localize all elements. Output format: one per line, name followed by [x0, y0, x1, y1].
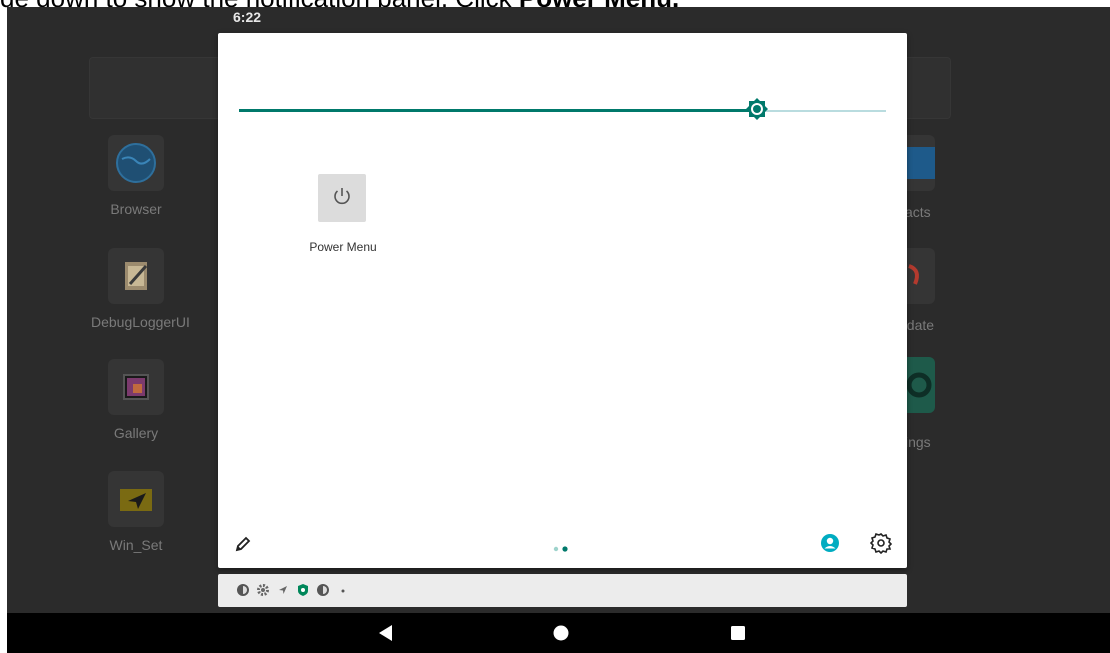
app-label: acts	[905, 204, 931, 220]
recents-square-icon[interactable]	[730, 625, 746, 641]
page-dot	[553, 546, 559, 552]
home-circle-icon[interactable]	[553, 625, 569, 641]
brightness-slider[interactable]	[239, 98, 886, 120]
pencil-icon[interactable]	[234, 535, 252, 553]
brightness-thumb[interactable]	[745, 97, 769, 121]
power-menu-tile[interactable]	[318, 174, 366, 222]
app-label: Browser	[110, 201, 162, 217]
app-icon	[235, 582, 251, 598]
app-winset[interactable]: Win_Set	[91, 471, 181, 553]
more-dot-icon	[335, 582, 351, 598]
navigation-arrow-icon	[108, 471, 164, 527]
gallery-icon	[108, 359, 164, 415]
location-icon	[275, 582, 291, 598]
shield-icon	[295, 582, 311, 598]
power-menu-label[interactable]: Power Menu	[288, 240, 398, 254]
app-label: Gallery	[113, 425, 159, 441]
app-browser[interactable]: Browser	[91, 135, 181, 217]
quick-settings-panel: Power Menu	[218, 33, 907, 568]
page-dot-active	[562, 546, 568, 552]
navigation-bar	[7, 613, 1110, 653]
account-circle-icon[interactable]	[820, 533, 840, 553]
notepad-icon	[108, 248, 164, 304]
status-time: 6:22	[233, 9, 262, 25]
app-label: ings	[905, 434, 931, 450]
globe-icon	[108, 135, 164, 191]
app-icon	[315, 582, 331, 598]
app-debuglogger[interactable]: DebugLoggerUI	[91, 248, 190, 330]
app-label: Win_Set	[109, 537, 163, 553]
brightness-fill	[239, 109, 757, 112]
settings-icon[interactable]	[869, 532, 893, 555]
notification-icon-bar[interactable]	[218, 574, 907, 607]
back-triangle-icon[interactable]	[376, 623, 396, 643]
app-gallery[interactable]: Gallery	[91, 359, 181, 441]
app-label: DebugLoggerUI	[91, 314, 190, 330]
device-screen: Browser DebugLoggerUI Gallery Win_Set ac…	[7, 7, 1110, 653]
page-indicator	[552, 540, 572, 552]
gear-icon	[255, 582, 271, 598]
power-icon	[331, 185, 353, 212]
